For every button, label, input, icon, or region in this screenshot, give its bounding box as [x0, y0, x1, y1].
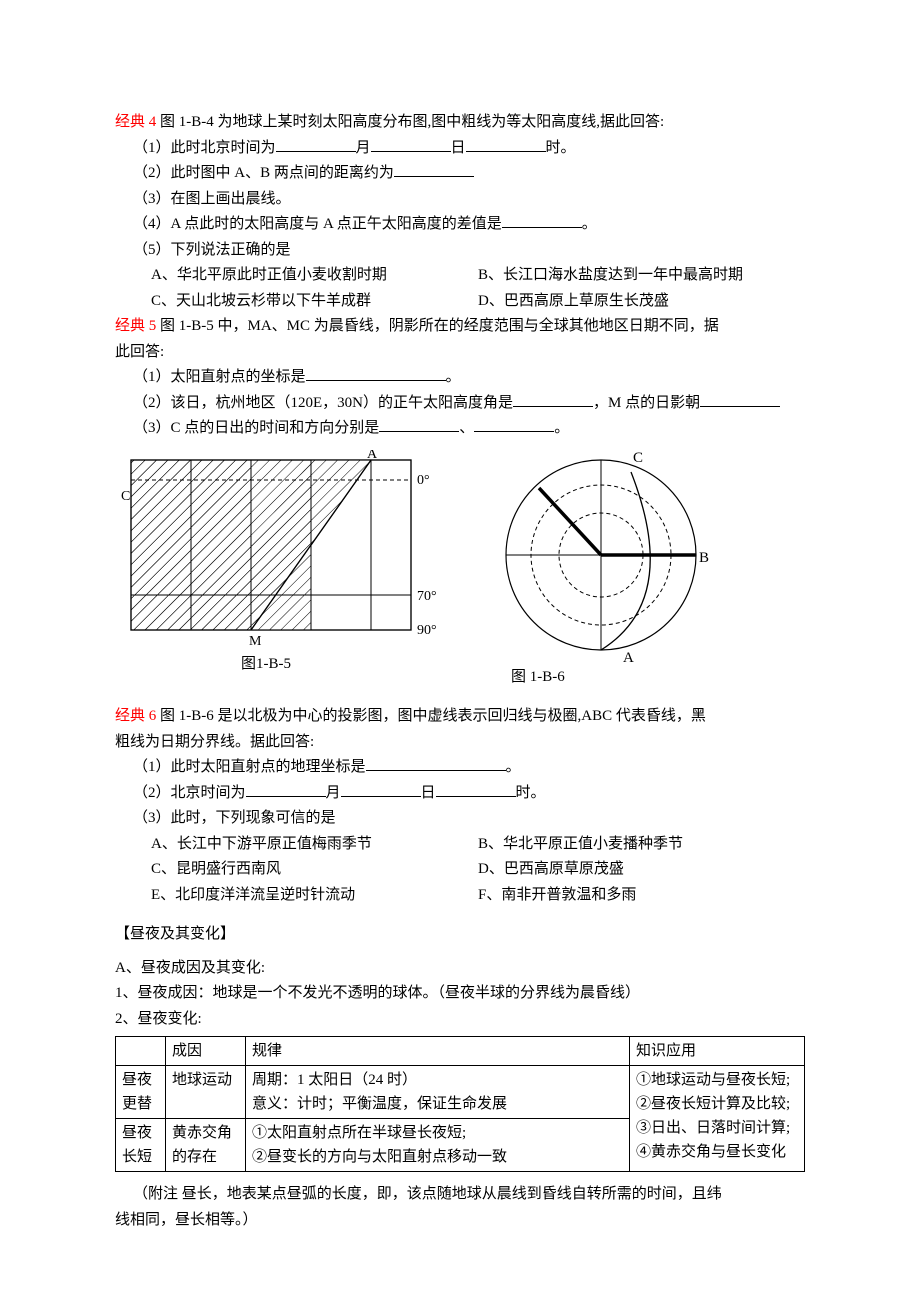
fig-1b6: C B A 图 1-B-6 — [481, 450, 741, 691]
q6-optF[interactable]: F、南非开普敦温和多雨 — [478, 883, 805, 909]
section-title: 【昼夜及其变化】 — [115, 922, 805, 948]
blank[interactable] — [276, 137, 356, 152]
th-blank — [116, 1037, 166, 1066]
deg0: 0° — [417, 473, 430, 488]
q6-intro: 经典 6 图 1-B-6 是以北极为中心的投影图，图中虚线表示回归线与极圈,AB… — [115, 704, 805, 730]
blank[interactable] — [371, 137, 451, 152]
deg90: 90° — [417, 623, 437, 638]
q4-1: （1）此时北京时间为月日时。 — [115, 136, 805, 162]
q6-opts-r2: C、昆明盛行西南风D、巴西高原草原茂盛 — [115, 857, 805, 883]
q4-5: （5）下列说法正确的是 — [115, 238, 805, 264]
fig-1b5: A C M 0° 70° 90° 图1-B-5 — [121, 450, 451, 678]
r1c0: 昼夜更替 — [116, 1066, 166, 1119]
q6-label: 经典 6 — [115, 708, 156, 724]
fig5-cap: 图1-B-5 — [121, 652, 451, 678]
labelM: M — [249, 634, 262, 649]
fig-1b6-svg: C B A — [481, 450, 741, 665]
blank[interactable] — [306, 366, 446, 381]
q6-opts-r3: E、北印度洋洋流呈逆时针流动F、南非开普敦温和多雨 — [115, 883, 805, 909]
q6-optB[interactable]: B、华北平原正值小麦播种季节 — [478, 832, 805, 858]
q6-optA[interactable]: A、长江中下游平原正值梅雨季节 — [151, 832, 478, 858]
r1c2: 周期：1 太阳日（24 时）意义：计时；平衡温度，保证生命发展 — [246, 1066, 630, 1119]
q5-label: 经典 5 — [115, 318, 156, 334]
q4-optA[interactable]: A、华北平原此时正值小麦收割时期 — [151, 263, 478, 289]
th-cause: 成因 — [166, 1037, 246, 1066]
q6-3: （3）此时，下列现象可信的是 — [115, 806, 805, 832]
q6-optD[interactable]: D、巴西高原草原茂盛 — [478, 857, 805, 883]
q6-optC[interactable]: C、昆明盛行西南风 — [151, 857, 478, 883]
blank[interactable] — [246, 782, 326, 797]
q4-2: （2）此时图中 A、B 两点间的距离约为 — [115, 161, 805, 187]
q6-2: （2）北京时间为月日时。 — [115, 781, 805, 807]
blank[interactable] — [466, 137, 546, 152]
sec-2: 2、昼夜变化: — [115, 1007, 805, 1033]
r1c1: 地球运动 — [166, 1066, 246, 1119]
blank[interactable] — [502, 213, 582, 228]
figures-row: A C M 0° 70° 90° 图1-B-5 C B A 图 1-B-6 — [121, 450, 805, 691]
q6-optE[interactable]: E、北印度洋洋流呈逆时针流动 — [151, 883, 478, 909]
blank[interactable] — [379, 417, 459, 432]
labelA: A — [623, 650, 634, 665]
blank[interactable] — [474, 417, 554, 432]
deg70: 70° — [417, 589, 437, 604]
q5-2: （2）该日，杭州地区（120E，30N）的正午太阳高度角是，M 点的日影朝 — [115, 391, 805, 417]
q4-label: 经典 4 — [115, 114, 156, 130]
blank[interactable] — [436, 782, 516, 797]
q5-1: （1）太阳直射点的坐标是。 — [115, 365, 805, 391]
blank[interactable] — [513, 392, 593, 407]
fig-1b5-svg: A C M 0° 70° 90° — [121, 450, 451, 650]
blank[interactable] — [700, 392, 780, 407]
sec-1: 1、昼夜成因：地球是一个不发光不透明的球体。（昼夜半球的分界线为晨昏线） — [115, 981, 805, 1007]
blank[interactable] — [366, 756, 506, 771]
q5-3: （3）C 点的日出的时间和方向分别是、。 — [115, 416, 805, 442]
th-app: 知识应用 — [630, 1037, 805, 1066]
note-2: 线相同，昼长相等。） — [115, 1208, 805, 1234]
q4-opts-row1: A、华北平原此时正值小麦收割时期B、长江口海水盐度达到一年中最高时期 — [115, 263, 805, 289]
th-rule: 规律 — [246, 1037, 630, 1066]
r2c0: 昼夜长短 — [116, 1119, 166, 1172]
q6-opts-r1: A、长江中下游平原正值梅雨季节B、华北平原正值小麦播种季节 — [115, 832, 805, 858]
blank[interactable] — [341, 782, 421, 797]
labelC: C — [121, 489, 130, 504]
q4-3: （3）在图上画出晨线。 — [115, 187, 805, 213]
blank[interactable] — [394, 162, 474, 177]
knowledge-table: 成因 规律 知识应用 昼夜更替 地球运动 周期：1 太阳日（24 时）意义：计时… — [115, 1036, 805, 1172]
r2c1: 黄赤交角的存在 — [166, 1119, 246, 1172]
q5-intro: 经典 5 图 1-B-5 中，MA、MC 为晨昏线，阴影所在的经度范围与全球其他… — [115, 314, 805, 340]
q4-optD[interactable]: D、巴西高原上草原生长茂盛 — [478, 289, 805, 315]
q4-optC[interactable]: C、天山北坡云杉带以下牛羊成群 — [151, 289, 478, 315]
fig6-cap: 图 1-B-6 — [481, 665, 741, 691]
labelB: B — [699, 550, 709, 566]
q4-intro: 经典 4 图 1-B-4 为地球上某时刻太阳高度分布图,图中粗线为等太阳高度线,… — [115, 110, 805, 136]
sec-A: A、昼夜成因及其变化: — [115, 956, 805, 982]
r2c2: ①太阳直射点所在半球昼长夜短;②昼变长的方向与太阳直射点移动一致 — [246, 1119, 630, 1172]
labelA: A — [367, 450, 378, 462]
q6-1: （1）此时太阳直射点的地理坐标是。 — [115, 755, 805, 781]
q5-intro2: 此回答: — [115, 340, 805, 366]
note-1: （附注 昼长，地表某点昼弧的长度，即，该点随地球从晨线到昏线自转所需的时间，且纬 — [115, 1182, 805, 1208]
q4-4: （4）A 点此时的太阳高度与 A 点正午太阳高度的差值是。 — [115, 212, 805, 238]
q4-optB[interactable]: B、长江口海水盐度达到一年中最高时期 — [478, 263, 805, 289]
q6-intro2: 粗线为日期分界线。据此回答: — [115, 730, 805, 756]
rc3: ①地球运动与昼夜长短;②昼夜长短计算及比较;③日出、日落时间计算;④黄赤交角与昼… — [630, 1066, 805, 1172]
q4-opts-row2: C、天山北坡云杉带以下牛羊成群D、巴西高原上草原生长茂盛 — [115, 289, 805, 315]
labelC: C — [633, 450, 643, 466]
